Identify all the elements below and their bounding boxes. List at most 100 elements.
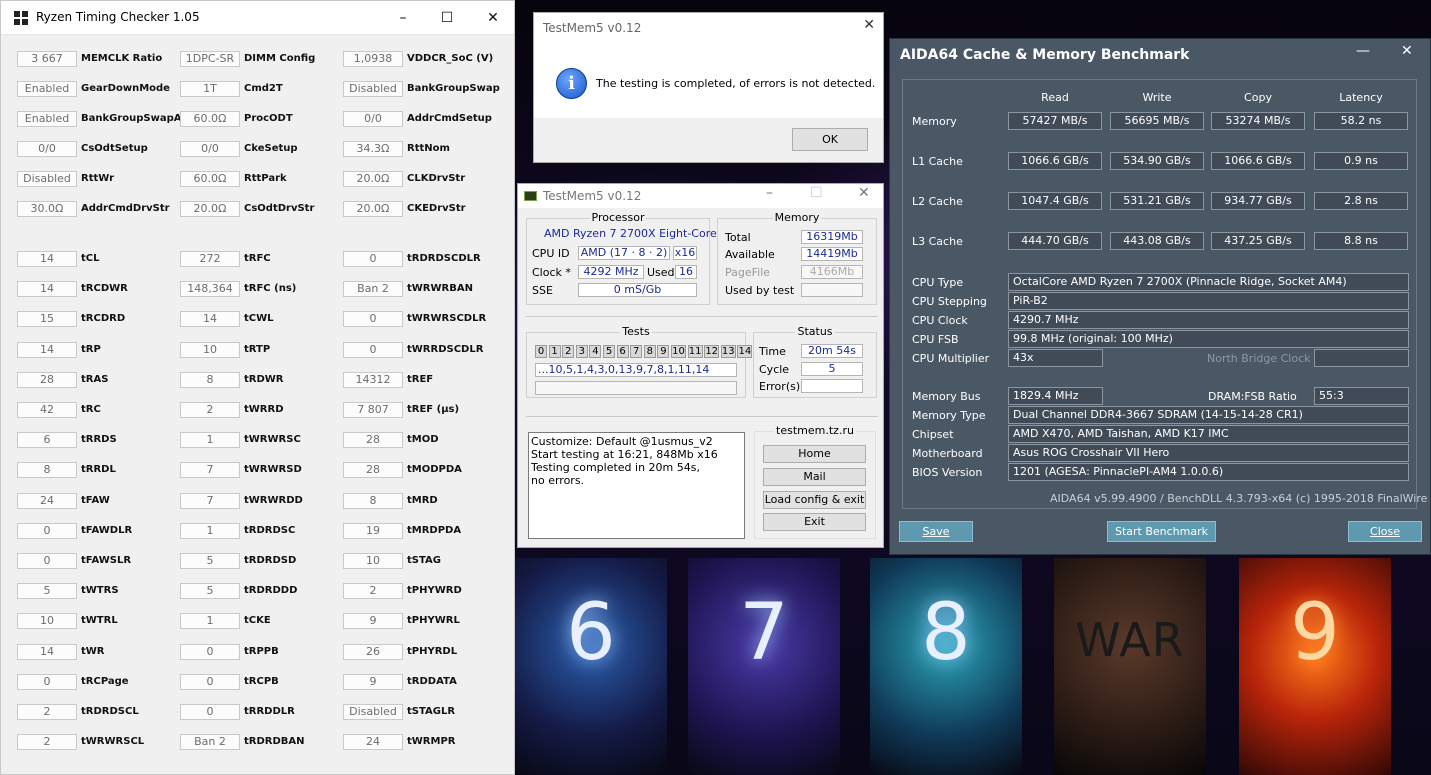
timing-value: 0 <box>17 673 77 690</box>
minimize-button[interactable]: – <box>389 7 417 29</box>
test-indicator: 4 <box>589 345 602 358</box>
timing-label: tMOD <box>407 434 439 446</box>
save-button[interactable]: Save <box>899 521 973 542</box>
pagefile-label: PageFile <box>725 266 771 279</box>
maximize-button[interactable]: ☐ <box>433 7 461 29</box>
cpu-id-value: AMD (17 · 8 · 2) <box>578 246 670 260</box>
ok-button[interactable]: OK <box>792 128 868 151</box>
errors-value <box>801 379 863 393</box>
total-label: Total <box>725 231 751 244</box>
timing-value: Ban 2 <box>343 281 403 298</box>
bench-value: 444.70 GB/s <box>1008 232 1102 250</box>
timing-value: 14 <box>180 311 240 328</box>
timing-label: tWRWRSC <box>244 434 301 446</box>
timing-value: 28 <box>343 462 403 479</box>
timing-label: tWRRD <box>244 404 284 415</box>
rtc-app-icon <box>14 11 29 26</box>
timing-label: AddrCmdSetup <box>407 113 492 124</box>
close-button[interactable]: ✕ <box>858 185 870 201</box>
cpu-id-label: CPU ID <box>532 247 570 260</box>
timing-label: tRDWR <box>244 373 284 385</box>
test-indicator: 14 <box>737 345 753 358</box>
timing-value: 42 <box>17 402 77 418</box>
ryzen-timing-checker-window: Ryzen Timing Checker 1.05 – ☐ ✕ 3 667 MEM… <box>0 0 515 775</box>
timing-value: 60.0Ω <box>180 171 240 187</box>
timing-label: tFAWSLR <box>81 555 132 566</box>
minimize-button[interactable]: – <box>766 185 773 201</box>
timing-label: tWRWRSCL <box>81 736 145 748</box>
timing-value: 2 <box>180 402 240 418</box>
minimize-button[interactable]: — <box>1356 43 1370 59</box>
timing-label: tRFC (ns) <box>244 283 297 295</box>
timing-label: tWRMPR <box>407 736 456 748</box>
timing-label: BankGroupSwap <box>407 83 500 94</box>
cpu-type-value: OctalCore AMD Ryzen 7 2700X (Pinnacle Ri… <box>1008 273 1409 291</box>
timing-value: 2 <box>343 583 403 600</box>
cpu-stepping-label: CPU Stepping <box>912 295 987 308</box>
bench-value: 53274 MB/s <box>1211 112 1305 130</box>
timing-label: tWRWRDD <box>244 494 303 506</box>
timing-value: 19 <box>343 522 403 539</box>
wallpaper-panel-6: 6 <box>515 558 667 775</box>
load-config-exit-button[interactable]: Load config & exit <box>763 491 866 509</box>
tests-group-label: Tests <box>620 325 652 338</box>
timing-label: CKEDrvStr <box>407 203 466 214</box>
timing-label: tRCPage <box>81 675 129 687</box>
bench-value: 8.8 ns <box>1314 232 1408 250</box>
close-button[interactable]: ✕ <box>1401 43 1413 59</box>
timing-value: Disabled <box>17 171 77 187</box>
close-button[interactable]: ✕ <box>479 7 507 29</box>
bench-column-header: Read <box>1041 91 1069 104</box>
timing-label: tSTAG <box>407 555 441 566</box>
timing-value: 9 <box>343 613 403 630</box>
tm-title-bar[interactable]: TestMem5 v0.12 – ☐ ✕ <box>518 184 883 208</box>
exit-button[interactable]: Exit <box>763 513 866 531</box>
timing-label: tRAS <box>81 373 109 385</box>
status-group-label: Status <box>795 325 835 338</box>
cpu-type-label: CPU Type <box>912 276 964 289</box>
bench-value: 443.08 GB/s <box>1110 232 1204 250</box>
timing-value: 20.0Ω <box>343 201 403 217</box>
timing-value: 0 <box>343 251 403 267</box>
aida64-benchmark-window: AIDA64 Cache & Memory Benchmark — ✕ CPU … <box>889 38 1431 555</box>
bios-version-value: 1201 (AGESA: PinnaclePI-AM4 1.0.0.6) <box>1008 463 1409 481</box>
dialog-close-icon[interactable]: ✕ <box>863 17 875 33</box>
chipset-label: Chipset <box>912 428 954 441</box>
bench-row-label: Memory <box>912 115 957 128</box>
timing-value: 30.0Ω <box>17 201 77 217</box>
test-indicator: 10 <box>671 345 686 358</box>
available-value: 14419Mb <box>801 247 863 261</box>
chipset-value: AMD X470, AMD Taishan, AMD K17 IMC <box>1008 425 1409 443</box>
test-indicator: 3 <box>575 345 588 358</box>
timing-label: RttWr <box>81 173 115 184</box>
log-line: Testing completed in 20m 54s, <box>531 461 700 474</box>
timing-label: tRC <box>81 404 101 415</box>
rtc-title-bar[interactable]: Ryzen Timing Checker 1.05 – ☐ ✕ <box>1 1 514 35</box>
test-indicator: 13 <box>720 345 736 358</box>
bench-row-label: L2 Cache <box>912 195 963 208</box>
timing-label: tRDRDSCL <box>81 706 139 717</box>
start-benchmark-button[interactable]: Start Benchmark <box>1107 521 1216 542</box>
wallpaper-label-7: 7 <box>739 588 789 678</box>
timing-value: 0 <box>17 553 77 569</box>
timing-value: 1DPC-SR <box>180 51 240 67</box>
time-value: 20m 54s <box>801 344 863 358</box>
wallpaper-label-9: 9 <box>1290 588 1340 678</box>
timing-label: tRCPB <box>244 675 279 687</box>
home-button[interactable]: Home <box>763 445 866 463</box>
test-indicator: 7 <box>630 345 643 358</box>
used-by-test-label: Used by test <box>725 284 795 297</box>
timing-value: 5 <box>17 583 77 600</box>
mail-button[interactable]: Mail <box>763 468 866 486</box>
cpu-stepping-value: PiR-B2 <box>1008 292 1409 310</box>
bench-value: 437.25 GB/s <box>1211 232 1305 250</box>
timing-value: 8 <box>180 371 240 388</box>
timing-label: tWR <box>81 645 105 657</box>
timing-label: tWTRL <box>81 615 118 627</box>
log-output[interactable]: Customize: Default @1usmus_v2 Start test… <box>528 432 745 539</box>
timing-value: 26 <box>343 643 403 660</box>
aida-close-button[interactable]: Close <box>1348 521 1422 542</box>
timing-value: 20.0Ω <box>180 201 240 217</box>
timing-label: tWRWRSD <box>244 464 302 476</box>
timing-value: 0/0 <box>343 111 403 127</box>
